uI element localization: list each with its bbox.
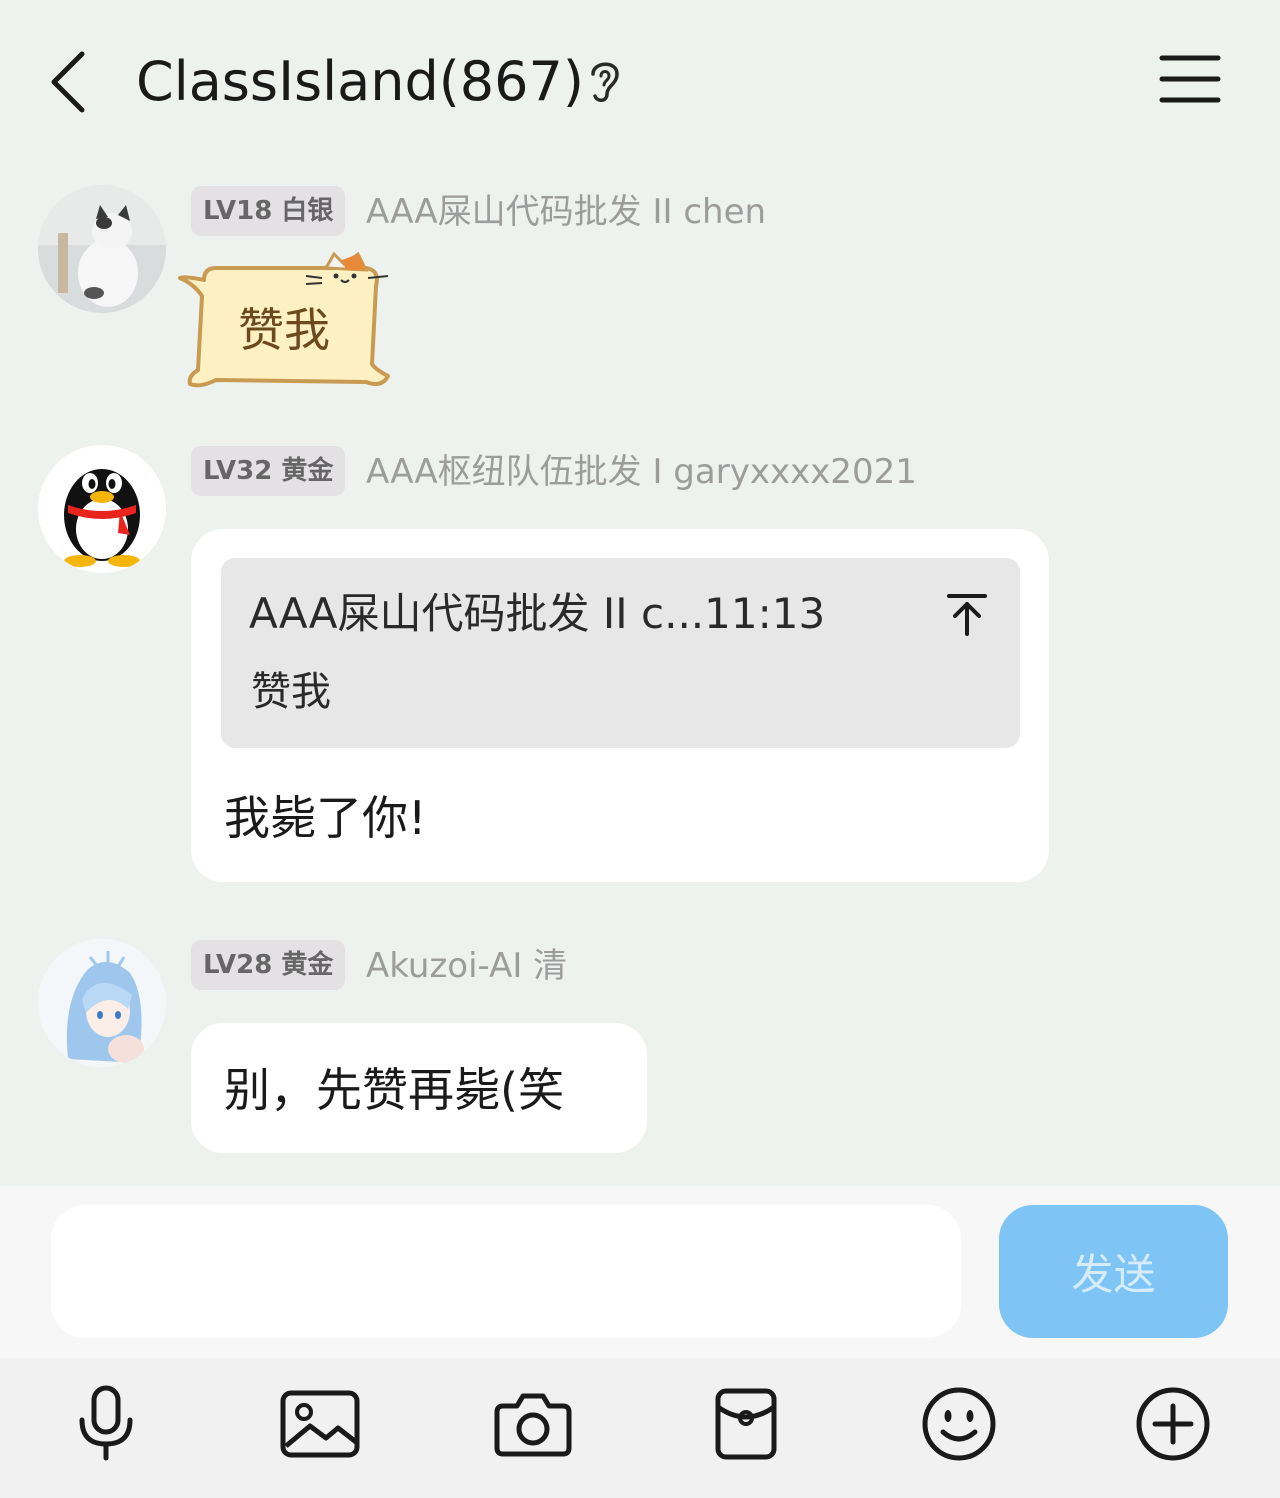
chevron-left-icon xyxy=(51,51,85,113)
quote-header: AAA屎山代码批发 II c...11:13 xyxy=(249,589,826,638)
sender-name[interactable]: AAA枢纽队伍批发 I garyxxxx2021 xyxy=(366,444,917,500)
chat-header: ClassIsland(867) xyxy=(0,0,1280,165)
camera-icon xyxy=(494,1393,572,1457)
image-icon xyxy=(280,1390,360,1458)
sender-name[interactable]: Akuzoi-AI 清 xyxy=(366,938,567,994)
send-button[interactable]: 发送 xyxy=(999,1205,1228,1338)
photo-album-button[interactable] xyxy=(272,1376,368,1472)
quoted-message[interactable]: AAA屎山代码批发 II c...11:13 赞我 xyxy=(221,558,1020,748)
red-packet-icon xyxy=(715,1388,777,1460)
emoji-button[interactable] xyxy=(911,1376,1007,1472)
jump-to-top-icon[interactable] xyxy=(945,590,989,638)
avatar[interactable] xyxy=(38,445,166,573)
more-button[interactable] xyxy=(1125,1376,1221,1472)
menu-icon[interactable] xyxy=(1156,50,1226,110)
back-button[interactable] xyxy=(40,44,96,120)
input-toolbar xyxy=(0,1358,1280,1498)
microphone-icon xyxy=(79,1385,133,1461)
chat-title[interactable]: ClassIsland(867) xyxy=(136,48,584,116)
red-packet-button[interactable] xyxy=(698,1376,794,1472)
camera-button[interactable] xyxy=(485,1376,581,1472)
ear-icon[interactable] xyxy=(585,56,625,106)
sender-name[interactable]: AAA屎山代码批发 II chen xyxy=(366,184,766,240)
avatar[interactable] xyxy=(38,939,166,1067)
emoji-icon xyxy=(922,1387,996,1461)
cat-avatar-image xyxy=(38,185,166,313)
plus-icon xyxy=(1136,1387,1210,1461)
level-badge: LV28 黄金 xyxy=(191,940,346,990)
anime-avatar-image xyxy=(38,939,166,1067)
message-text: 别，先赞再毙(笑 xyxy=(224,1063,564,1117)
message-input[interactable] xyxy=(51,1205,961,1338)
composer: 发送 xyxy=(0,1186,1280,1358)
quote-body: 赞我 xyxy=(251,669,331,715)
avatar[interactable] xyxy=(38,185,166,313)
voice-button[interactable] xyxy=(58,1376,154,1472)
sticker-text: 赞我 xyxy=(238,303,330,357)
level-badge: LV32 黄金 xyxy=(191,446,346,496)
penguin-avatar-image xyxy=(38,445,166,573)
message-text: 我毙了你! xyxy=(224,791,427,845)
level-badge: LV18 白银 xyxy=(191,186,346,236)
